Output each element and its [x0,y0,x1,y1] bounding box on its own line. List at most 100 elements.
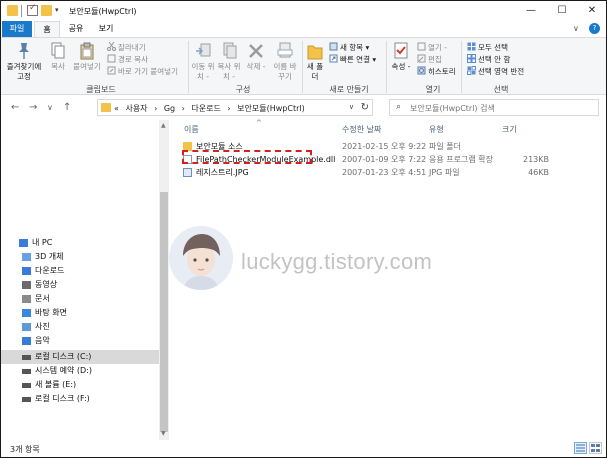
refresh-icon[interactable]: ↻ [361,102,369,113]
select-none-icon [467,54,476,63]
navpane-item[interactable]: 로컬 디스크 (F:) [1,392,159,406]
history-button[interactable]: 히스토리 [417,66,456,77]
navigation-pane: 내 PC 3D 개체 다운로드동영상문서바탕 화면사진음악로컬 디스크 (C:) 시스… [1,120,169,440]
tab-share[interactable]: 공유 [63,21,89,37]
address-dropdown-icon[interactable]: ∨ [349,103,354,111]
copy-to-button[interactable]: 복사 위치 - [217,42,241,82]
breadcrumb-separator[interactable]: › [227,104,230,113]
navpane-item[interactable]: 로컬 디스크 (C:) [1,350,159,364]
tab-home[interactable]: 홈 [34,21,60,37]
navigation-bar: ← → ∨ ↑ « 사용자 › Gg › 다운로드 › 보안모듈(HwpCtrl… [1,96,606,120]
large-icons-view-button[interactable] [589,442,602,454]
invert-selection-icon [467,66,476,75]
navpane-item[interactable]: 바탕 화면 [1,306,159,320]
column-header-type[interactable]: 유형 [429,124,444,135]
navpane-item[interactable]: 다운로드 [1,264,159,278]
column-header-name[interactable]: 이름 [184,124,199,135]
easy-access-label: 빠른 연결 ▾ [340,55,377,64]
navpane-item[interactable]: 사진 [1,320,159,334]
scrollbar-thumb[interactable] [160,192,168,432]
search-box[interactable]: ⌕ 보안모듈(HwpCtrl) 검색 [389,99,599,116]
paste-icon [79,42,95,60]
up-button[interactable]: ↑ [63,102,71,113]
divider [302,41,303,93]
tab-view[interactable]: 보기 [93,21,119,37]
breadcrumb-separator[interactable]: › [154,104,157,113]
breadcrumb-item[interactable]: 다운로드 [191,104,220,113]
select-all-button[interactable]: 모두 선택 [467,42,508,53]
edit-icon [417,54,426,63]
new-folder-quick-icon[interactable] [41,5,52,16]
properties-button[interactable]: 속성 - [390,42,412,72]
easy-access-button[interactable]: 빠른 연결 ▾ [329,54,376,65]
properties-label: 속성 - [391,62,411,71]
quick-access-dropdown-icon[interactable]: ▾ [55,6,63,17]
ribbon: 즐겨찾기에 고정 복사 붙여넣기 잘라내기 경로 복사 바로 가기 붙여넣기 클… [1,37,606,95]
back-button[interactable]: ← [11,102,19,113]
new-folder-button[interactable]: 새 폴더 [304,42,326,82]
easy-access-icon [329,54,338,63]
desktop-icon [22,309,31,317]
help-icon[interactable]: ? [589,23,600,34]
properties-quick-icon[interactable] [27,3,38,16]
navpane-item[interactable]: 문서 [1,292,159,306]
scroll-down-icon[interactable]: ▼ [161,430,166,437]
open-button[interactable]: 열기 - [417,42,447,53]
column-header-date[interactable]: 수정한 날짜 [342,124,381,135]
breadcrumb-item[interactable]: 사용자 [125,104,147,113]
paste-shortcut-button[interactable]: 바로 가기 붙여넣기 [107,66,178,77]
cut-button[interactable]: 잘라내기 [107,41,146,53]
details-view-button[interactable] [574,442,587,454]
forward-button[interactable]: → [29,102,37,113]
drive-e-icon [22,383,31,388]
edit-button[interactable]: 편집 [417,54,442,65]
sort-arrow-icon: ^ [256,119,262,127]
navigation-scrollbar[interactable]: ▲ ▼ [159,120,169,440]
video-icon [22,281,31,289]
file-list: 이름 ^ 수정한 날짜 유형 크기 보안모듈 소스 2021-02-15 오후 9… [169,119,606,440]
breadcrumb-separator[interactable]: › [182,104,185,113]
ribbon-collapse-icon[interactable]: ∨ [573,24,579,33]
navpane-item[interactable]: 시스템 예약 (D:) [1,364,159,378]
new-item-button[interactable]: 새 항목 ▾ [329,42,369,53]
item-count: 3개 항목 [10,445,40,454]
ribbon-tabs: 파일 홈 공유 보기 ∨ ? [1,21,606,37]
music-icon [22,337,31,345]
breadcrumb-item[interactable]: 보안모듈(HwpCtrl) [237,104,305,113]
maximize-button[interactable]: ☐ [547,1,577,21]
minimize-button[interactable]: — [516,1,546,21]
navpane-item-label: 동영상 [35,280,58,289]
navpane-item-label: 로컬 디스크 (F:) [35,394,90,403]
pin-quick-access-button[interactable]: 즐겨찾기에 고정 [5,42,43,82]
breadcrumb-item[interactable]: Gg [164,104,175,113]
clipboard-group-label: 클립보드 [86,85,116,94]
recent-locations-button[interactable]: ∨ [47,103,53,112]
address-bar[interactable]: « 사용자 › Gg › 다운로드 › 보안모듈(HwpCtrl) ∨ ↻ [97,99,373,116]
navpane-item-label: 문서 [35,294,50,303]
tab-file[interactable]: 파일 [2,21,32,37]
column-header-size[interactable]: 크기 [502,124,517,135]
file-row[interactable]: 레지스트리.JPG 2007-01-23 오후 4:51 JPG 파일 46KB [181,166,601,179]
select-none-button[interactable]: 선택 안 함 [467,54,510,65]
pin-icon [16,42,32,60]
paste-button[interactable]: 붙여넣기 [71,42,103,72]
drive-c-icon [22,355,31,360]
delete-button[interactable]: 삭제 - [245,42,267,72]
navpane-item-label: 사진 [35,322,50,331]
navpane-item[interactable]: 3D 개체 [1,250,159,264]
rename-button[interactable]: 이름 바꾸기 [271,42,299,82]
move-to-button[interactable]: 이동 위치 - [191,42,215,82]
navpane-item[interactable]: 음악 [1,334,159,348]
navpane-item[interactable]: 동영상 [1,278,159,292]
breadcrumb-overflow[interactable]: « [114,104,119,113]
copy-button[interactable]: 복사 [47,42,69,72]
select-all-label: 모두 선택 [478,43,508,52]
close-button[interactable]: ✕ [577,1,607,21]
paste-label: 붙여넣기 [73,62,101,71]
new-folder-label: 새 폴더 [306,62,324,81]
scroll-up-icon[interactable]: ▲ [161,122,166,129]
navpane-item[interactable]: 새 볼륨 (E:) [1,378,159,392]
invert-selection-button[interactable]: 선택 영역 반전 [467,66,524,77]
navpane-item[interactable]: 내 PC [1,236,159,250]
copy-path-button[interactable]: 경로 복사 [107,54,148,65]
